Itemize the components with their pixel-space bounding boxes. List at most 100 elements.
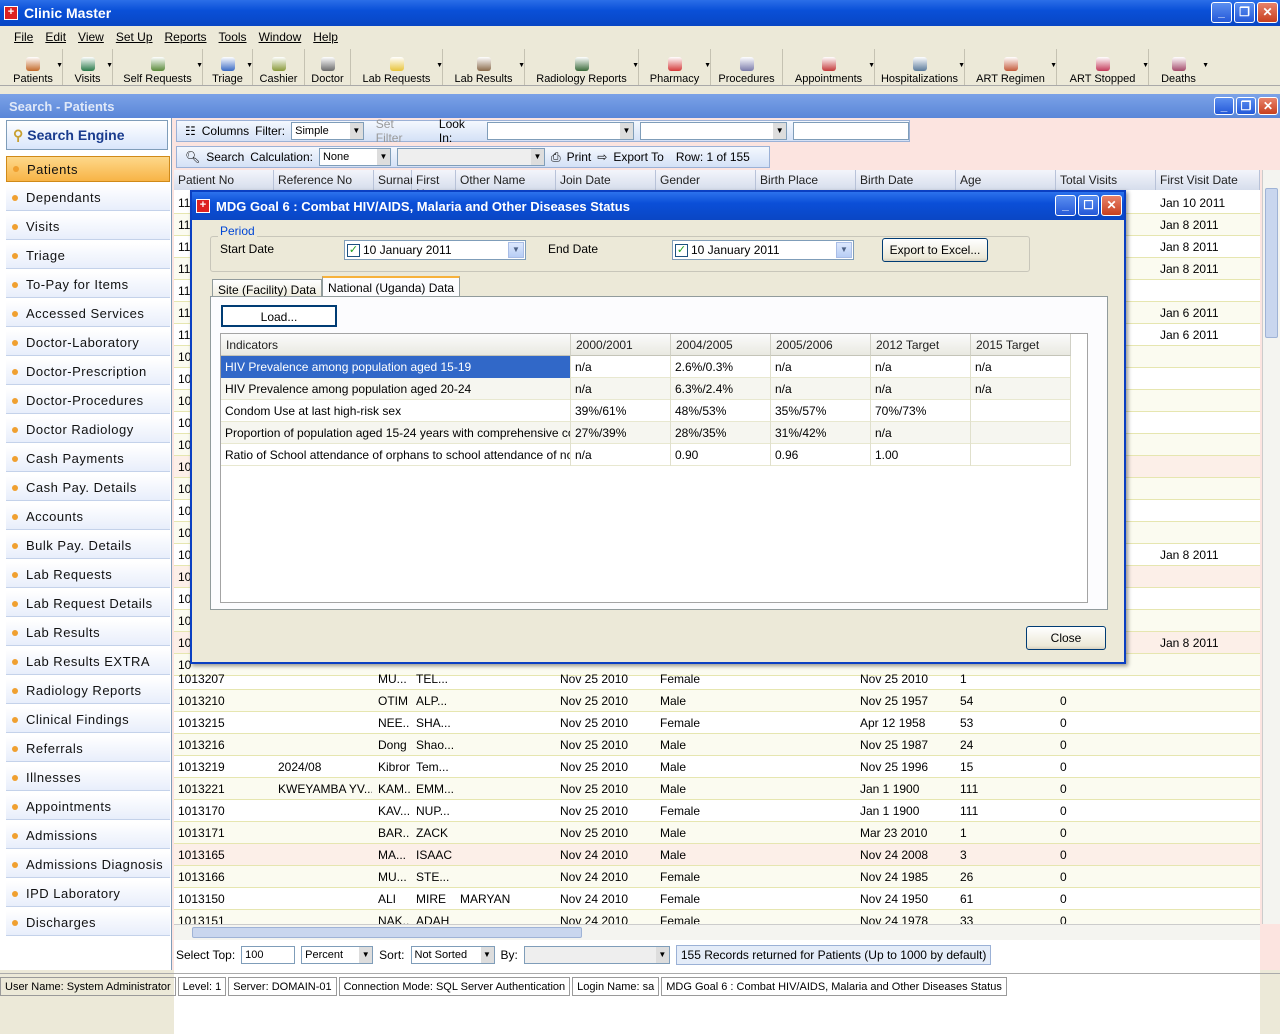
toolbar-art-regimen-button[interactable]: ART Regimen ▼: [964, 49, 1057, 85]
toolbar-art-stopped-button[interactable]: ART Stopped ▼: [1056, 49, 1149, 85]
toolbar-appointments-button[interactable]: Appointments ▼: [782, 49, 875, 85]
column-header[interactable]: Patient No: [174, 170, 274, 190]
export-to-excel-button[interactable]: Export to Excel...: [882, 238, 988, 262]
menu-help[interactable]: Help: [307, 30, 344, 44]
menu-tools[interactable]: Tools: [213, 30, 253, 44]
child-restore-button[interactable]: ❐: [1236, 97, 1256, 115]
columns-button[interactable]: Columns: [202, 124, 249, 138]
close-button[interactable]: ✕: [1257, 2, 1278, 23]
indicator-column-header[interactable]: 2004/2005: [671, 334, 771, 356]
sidebar-item-doctor-prescription[interactable]: Doctor-Prescription: [6, 359, 170, 385]
sidebar-item-lab-results[interactable]: Lab Results: [6, 620, 170, 646]
table-row[interactable]: 1013170 KAV... NUP... Nov 25 2010 Female Jan …: [174, 800, 1260, 822]
menu-file[interactable]: File: [8, 30, 39, 44]
calculation-field-select[interactable]: ▼: [396, 148, 545, 166]
look-in-select[interactable]: ▼: [486, 122, 634, 140]
start-date-checkbox[interactable]: ✓: [347, 243, 360, 257]
filter-select[interactable]: Simple ▼: [291, 122, 364, 140]
sidebar-item-doctor-procedures[interactable]: Doctor-Procedures: [6, 388, 170, 414]
menu-view[interactable]: View: [72, 30, 110, 44]
look-in-field-select[interactable]: ▼: [639, 122, 788, 140]
sidebar-item-referrals[interactable]: Referrals: [6, 736, 170, 762]
export-icon[interactable]: ⇨: [597, 150, 607, 164]
sidebar-item-radiology-reports[interactable]: Radiology Reports: [6, 678, 170, 704]
toolbar-lab-results-button[interactable]: Lab Results ▼: [442, 49, 525, 85]
sidebar-item-admissions[interactable]: Admissions: [6, 823, 170, 849]
table-row[interactable]: 1013171 BAR... ZACK Nov 25 2010 Male Mar 23 2…: [174, 822, 1260, 844]
sidebar-item-bulk-pay-details[interactable]: Bulk Pay. Details: [6, 533, 170, 559]
indicator-column-header[interactable]: 2005/2006: [771, 334, 871, 356]
look-in-value-input[interactable]: [793, 122, 909, 140]
column-header[interactable]: Surnar: [374, 170, 414, 190]
indicator-row[interactable]: Condom Use at last high-risk sex 39%/61% 4…: [221, 400, 1071, 422]
sidebar-item-triage[interactable]: Triage: [6, 243, 170, 269]
column-header[interactable]: Join Date: [556, 170, 656, 190]
sidebar-item-admissions-diagnosis[interactable]: Admissions Diagnosis: [6, 852, 170, 878]
toolbar-pharmacy-button[interactable]: Pharmacy ▼: [638, 49, 711, 85]
table-row[interactable]: 1013150 ALI MIRE MARYAN Nov 24 2010 Female Nov…: [174, 888, 1260, 910]
dropdown-arrow-icon[interactable]: ▼: [1202, 62, 1209, 69]
end-date-checkbox[interactable]: ✓: [675, 243, 688, 257]
sidebar-item-accessed-services[interactable]: Accessed Services: [6, 301, 170, 327]
minimize-button[interactable]: _: [1211, 2, 1232, 23]
column-header[interactable]: Birth Date: [856, 170, 956, 190]
menu-set-up[interactable]: Set Up: [110, 30, 159, 44]
end-date-picker[interactable]: ✓ 10 January 2011 ▼: [672, 240, 854, 260]
toolbar-visits-button[interactable]: Visits ▼: [62, 49, 113, 85]
child-close-button[interactable]: ✕: [1258, 97, 1278, 115]
sidebar-item-illnesses[interactable]: Illnesses: [6, 765, 170, 791]
sidebar-item-doctor-laboratory[interactable]: Doctor-Laboratory: [6, 330, 170, 356]
indicator-row[interactable]: HIV Prevalence among population aged 15-…: [221, 356, 1071, 378]
sidebar-item-lab-requests[interactable]: Lab Requests: [6, 562, 170, 588]
table-row[interactable]: 1013219 2024/08 Kibrom Tem... Nov 25 2010 Mal…: [174, 756, 1260, 778]
column-header[interactable]: Age: [956, 170, 1056, 190]
select-top-input[interactable]: 100: [241, 946, 296, 964]
search-button[interactable]: Search: [206, 150, 244, 164]
toolbar-radiology-reports-button[interactable]: Radiology Reports ▼: [524, 49, 639, 85]
column-header[interactable]: Birth Place: [756, 170, 856, 190]
vertical-scrollbar[interactable]: [1262, 170, 1280, 924]
sidebar-item-visits[interactable]: Visits: [6, 214, 170, 240]
menu-reports[interactable]: Reports: [159, 30, 213, 44]
sort-by-select[interactable]: ▼: [523, 946, 670, 964]
dialog-maximize-button[interactable]: ☐: [1078, 195, 1099, 216]
percent-select[interactable]: Percent ▼: [301, 946, 374, 964]
set-filter-button[interactable]: Set Filter: [376, 117, 423, 145]
dialog-minimize-button[interactable]: _: [1055, 195, 1076, 216]
table-row[interactable]: 1013210 OTIM ALP... Nov 25 2010 Male Nov 25 1…: [174, 690, 1260, 712]
menu-edit[interactable]: Edit: [39, 30, 72, 44]
column-header[interactable]: First N...: [412, 170, 456, 201]
toolbar-procedures-button[interactable]: Procedures: [710, 49, 782, 85]
column-header[interactable]: First Visit Date: [1156, 170, 1260, 190]
sidebar-item-dependants[interactable]: Dependants: [6, 185, 170, 211]
column-header[interactable]: Gender: [656, 170, 756, 190]
indicator-column-header[interactable]: 2000/2001: [571, 334, 671, 356]
sidebar-item-clinical-findings[interactable]: Clinical Findings: [6, 707, 170, 733]
close-dialog-button[interactable]: Close: [1026, 626, 1106, 650]
restore-button[interactable]: ❐: [1234, 2, 1255, 23]
sidebar-item-patients[interactable]: Patients: [6, 156, 170, 182]
toolbar-lab-requests-button[interactable]: Lab Requests ▼: [350, 49, 443, 85]
toolbar-patients-button[interactable]: Patients ▼: [4, 49, 63, 85]
horizontal-scrollbar[interactable]: [174, 924, 1260, 940]
indicator-column-header[interactable]: Indicators: [221, 334, 571, 356]
table-row[interactable]: 1013166 MU... STE... Nov 24 2010 Female Nov 2…: [174, 866, 1260, 888]
indicator-row[interactable]: HIV Prevalence among population aged 20-…: [221, 378, 1071, 400]
indicator-row[interactable]: Ratio of School attendance of orphans to…: [221, 444, 1071, 466]
calculation-select[interactable]: None ▼: [318, 148, 391, 166]
print-icon[interactable]: ⎙: [551, 150, 561, 165]
dialog-close-icon-button[interactable]: ✕: [1101, 195, 1122, 216]
table-row[interactable]: 1013221 KWEYAMBA YV... KAM... EMM... Nov 25 …: [174, 778, 1260, 800]
sidebar-item-appointments[interactable]: Appointments: [6, 794, 170, 820]
child-minimize-button[interactable]: _: [1214, 97, 1234, 115]
column-header[interactable]: Other Name: [456, 170, 556, 190]
load-button[interactable]: Load...: [221, 305, 337, 327]
sidebar-item-lab-results-extra[interactable]: Lab Results EXTRA: [6, 649, 170, 675]
chevron-down-icon[interactable]: ▼: [508, 242, 524, 258]
column-header[interactable]: Reference No: [274, 170, 374, 190]
columns-icon[interactable]: ☷: [185, 124, 196, 138]
sidebar-item-discharges[interactable]: Discharges: [6, 910, 170, 936]
sidebar-item-doctor-radiology[interactable]: Doctor Radiology: [6, 417, 170, 443]
column-header[interactable]: Total Visits: [1056, 170, 1156, 190]
export-to-button[interactable]: Export To: [613, 150, 663, 164]
